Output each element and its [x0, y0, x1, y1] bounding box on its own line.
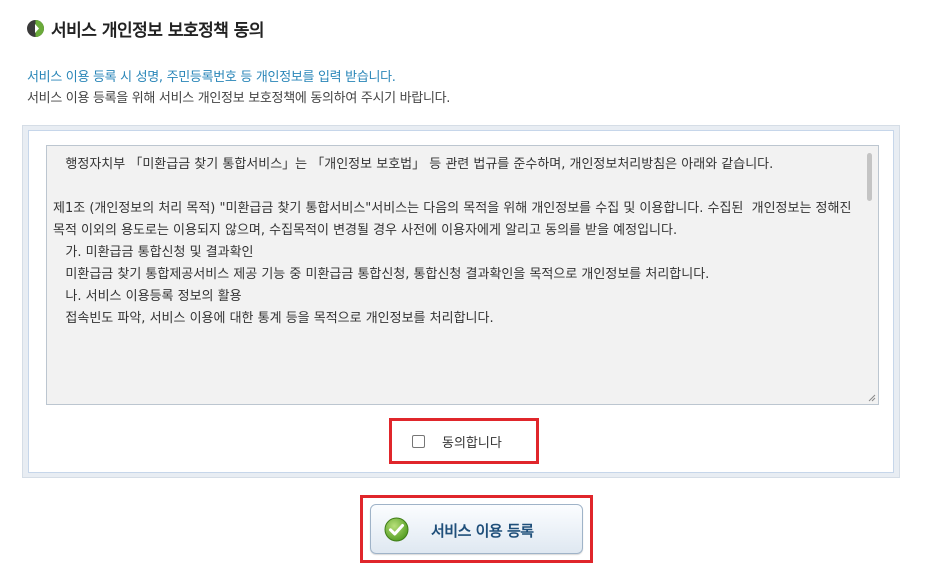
agree-checkbox[interactable]: [412, 435, 425, 448]
terms-content: 행정자치부 「미환급금 찾기 통합서비스」는 「개인정보 보호법」 등 관련 법…: [53, 154, 859, 330]
terms-line: 접속빈도 파악, 서비스 이용에 대한 통계 등을 목적으로 개인정보를 처리합…: [53, 311, 494, 326]
info-text-line1: 서비스 이용 등록 시 성명, 주민등록번호 등 개인정보를 입력 받습니다.: [27, 70, 396, 85]
scrollbar-thumb[interactable]: [867, 153, 872, 201]
green-check-icon: [384, 517, 409, 542]
terms-line: 행정자치부 「미환급금 찾기 통합서비스」는 「개인정보 보호법」 등 관련 법…: [53, 157, 774, 172]
resize-grip-icon[interactable]: [868, 394, 876, 402]
agree-label[interactable]: 동의합니다: [442, 432, 502, 451]
terms-line: 제1조 (개인정보의 처리 목적) "미환급금 찾기 통합서비스"서비스는 다음…: [53, 201, 856, 238]
terms-line: 나. 서비스 이용등록 정보의 활용: [53, 289, 242, 304]
leaf-bullet-icon: [27, 19, 44, 37]
register-service-label: 서비스 이용 등록: [431, 522, 534, 540]
info-text-line2: 서비스 이용 등록을 위해 서비스 개인정보 보호정책에 동의하여 주시기 바랍…: [27, 91, 451, 106]
register-service-button[interactable]: 서비스 이용 등록: [370, 504, 583, 554]
page-header: 서비스 개인정보 보호정책 동의: [26, 15, 265, 41]
page-title: 서비스 개인정보 보호정책 동의: [51, 20, 265, 41]
agree-checkbox-row[interactable]: 동의합니다: [412, 432, 502, 451]
terms-scrollbar[interactable]: [863, 147, 877, 403]
terms-line: 미환급금 찾기 통합제공서비스 제공 기능 중 미환급금 통합신청, 통합신청 …: [53, 267, 710, 282]
terms-line: 가. 미환급금 통합신청 및 결과확인: [53, 245, 254, 260]
privacy-policy-textarea[interactable]: 행정자치부 「미환급금 찾기 통합서비스」는 「개인정보 보호법」 등 관련 법…: [46, 145, 879, 405]
